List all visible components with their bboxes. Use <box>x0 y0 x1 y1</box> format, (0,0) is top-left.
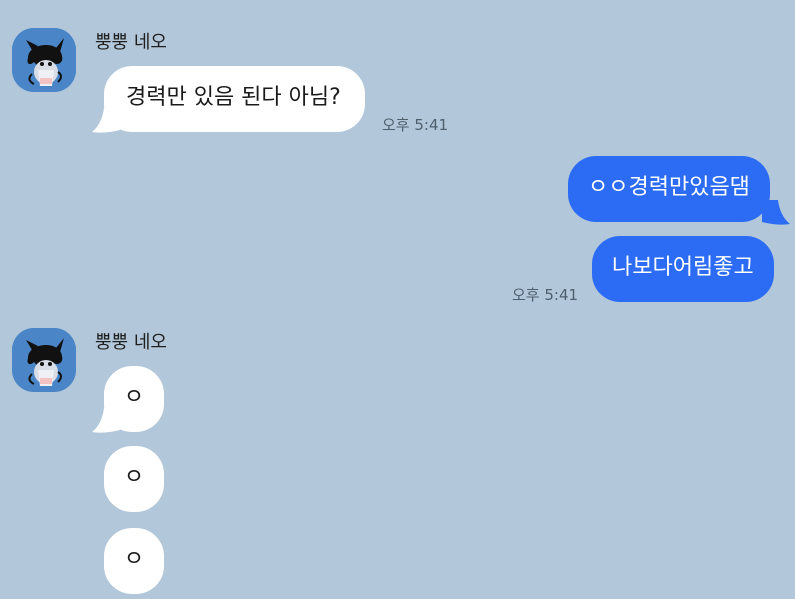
message-text: 나보다어림좋고 <box>612 255 754 280</box>
outgoing-message-bubble[interactable]: ㅇㅇ경력만있음댐 <box>568 156 770 222</box>
incoming-message-bubble[interactable]: ㅇ <box>104 528 164 594</box>
message-text: ㅇ <box>123 547 145 572</box>
sender-avatar[interactable] <box>12 28 76 92</box>
message-text: ㅇ <box>123 385 145 410</box>
message-timestamp: 오후 5:41 <box>512 286 579 304</box>
message-text: ㅇ <box>123 465 145 490</box>
message-text: ㅇㅇ경력만있음댐 <box>588 175 750 200</box>
outgoing-message-bubble[interactable]: 나보다어림좋고 <box>592 236 774 302</box>
neo-character-avatar-icon <box>12 328 76 392</box>
message-text: 경력만 있음 된다 아님? <box>126 85 341 110</box>
incoming-message-bubble[interactable]: ㅇ <box>104 446 164 512</box>
sender-name: 뿡뿡 네오 <box>95 32 167 53</box>
neo-character-avatar-icon <box>12 28 76 92</box>
bubble-tail-icon <box>92 108 120 133</box>
incoming-message-bubble[interactable]: 경력만 있음 된다 아님? <box>104 66 365 132</box>
bubble-tail-icon <box>92 408 120 433</box>
message-timestamp: 오후 5:41 <box>382 116 449 134</box>
sender-avatar[interactable] <box>12 328 76 392</box>
bubble-tail-icon <box>762 200 790 225</box>
sender-name: 뿡뿡 네오 <box>95 332 167 353</box>
